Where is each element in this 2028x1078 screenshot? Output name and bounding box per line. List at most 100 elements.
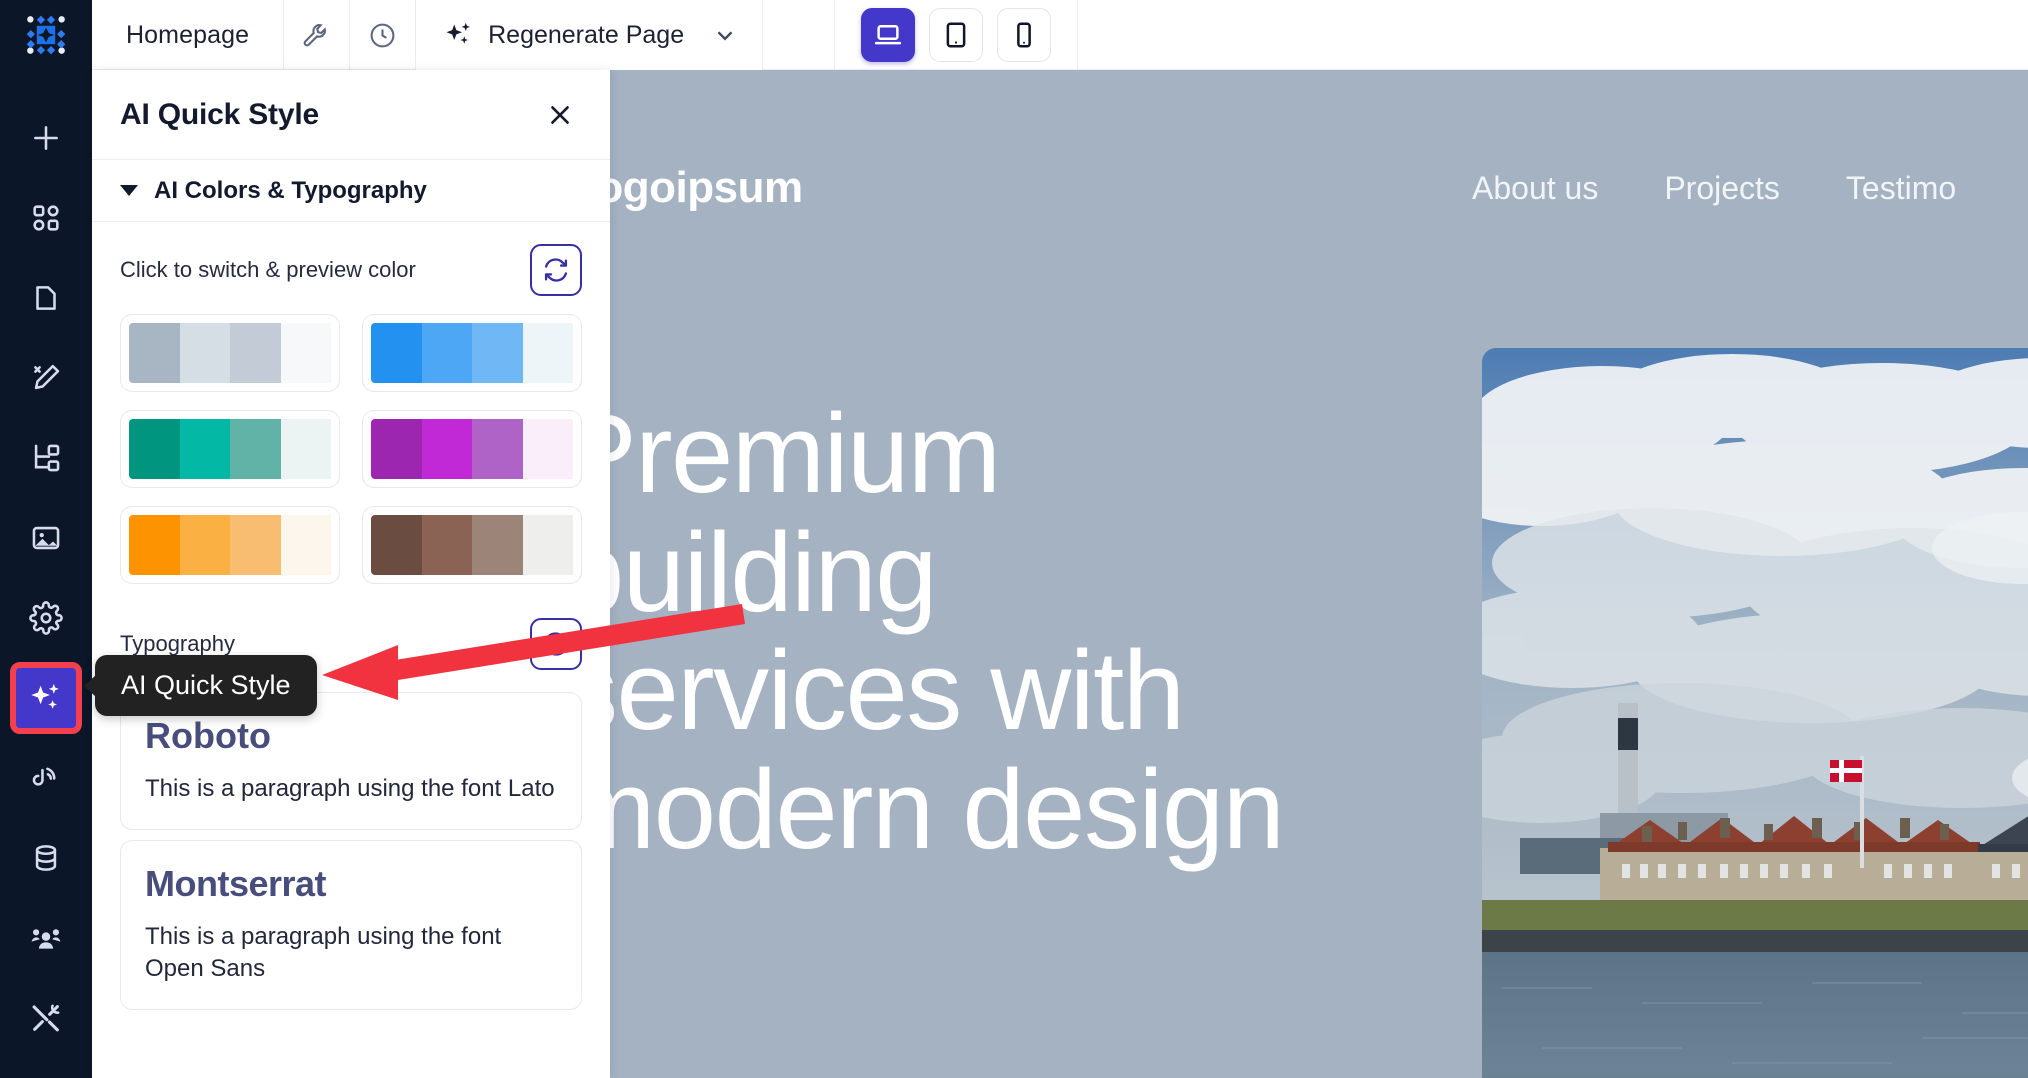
- sparkles-icon: [446, 22, 470, 44]
- palette-option[interactable]: [362, 506, 582, 584]
- sidebar-item-users[interactable]: [0, 898, 92, 978]
- palette-swatch: [179, 515, 230, 575]
- refresh-icon: [544, 632, 568, 656]
- panel-title: AI Quick Style: [120, 97, 319, 131]
- colors-section-header: Click to switch & preview color: [92, 222, 610, 310]
- palette-swatch: [179, 419, 230, 479]
- sidebar-item-publish[interactable]: [0, 738, 92, 818]
- font-sample-text: This is a paragraph using the font Lato: [145, 775, 555, 802]
- ai-quick-style-panel: AI Quick Style AI Colors & Typography Cl…: [92, 70, 610, 1078]
- font-option-card[interactable]: Montserrat This is a paragraph using the…: [120, 840, 582, 1011]
- font-name: Roboto: [145, 715, 271, 756]
- palette-swatch: [472, 323, 523, 383]
- site-nav-link[interactable]: About us: [1472, 170, 1598, 207]
- sidebar-item-add[interactable]: [0, 98, 92, 178]
- image-icon: [32, 526, 60, 550]
- palette-swatch: [421, 323, 472, 383]
- palette-swatch: [280, 419, 331, 479]
- palette-swatch: [522, 323, 573, 383]
- palette-swatch: [472, 515, 523, 575]
- regenerate-page-label: Regenerate Page: [488, 20, 685, 49]
- palette-option[interactable]: [120, 314, 340, 392]
- colors-refresh-button[interactable]: [530, 244, 582, 296]
- device-desktop-button[interactable]: [861, 7, 915, 62]
- toolbar-right-blank: [1078, 0, 2028, 69]
- broadcast-icon: [32, 767, 56, 786]
- site-nav-link[interactable]: Testimo: [1846, 170, 1956, 207]
- palette-swatch: [472, 419, 523, 479]
- hero-heading: Premium building services with modern de…: [562, 391, 1285, 873]
- palette-swatch: [129, 419, 180, 479]
- color-palette-grid: [92, 310, 610, 584]
- sidebar-item-database[interactable]: [0, 818, 92, 898]
- sidebar-item-design[interactable]: [0, 338, 92, 418]
- users-icon: [31, 929, 61, 949]
- harbor-waterfront-photo: [1482, 348, 2028, 1078]
- font-name: Montserrat: [145, 863, 327, 905]
- device-mobile-button[interactable]: [997, 7, 1051, 62]
- plus-icon: [34, 126, 58, 150]
- top-toolbar: Homepage Regenerate Page: [0, 0, 2028, 70]
- left-sidebar: [0, 70, 92, 1078]
- sidebar-item-ai-quick-style[interactable]: [10, 662, 82, 734]
- app-root: Homepage Regenerate Page Logoipsum About…: [0, 0, 2028, 1078]
- typography-label: Typography: [120, 631, 235, 656]
- palette-swatch: [371, 323, 422, 383]
- sidebar-item-media[interactable]: [0, 498, 92, 578]
- palette-swatch: [522, 515, 573, 575]
- clock-icon[interactable]: [350, 0, 417, 70]
- palette-swatch: [179, 323, 230, 383]
- caret-down-icon: [120, 185, 138, 196]
- palette-option[interactable]: [362, 314, 582, 392]
- magic-pen-icon: [34, 364, 60, 390]
- database-icon: [35, 845, 57, 871]
- palette-option[interactable]: [120, 506, 340, 584]
- diamond-grid-logo-icon: [26, 15, 66, 55]
- palette-swatch: [280, 323, 331, 383]
- palette-swatch: [421, 515, 472, 575]
- refresh-icon: [544, 258, 568, 282]
- site-nav-links: About us Projects Testimo: [1472, 148, 1956, 228]
- accordion-ai-colors-typography[interactable]: AI Colors & Typography: [92, 160, 610, 222]
- sidebar-item-settings[interactable]: [0, 578, 92, 658]
- close-icon[interactable]: [540, 95, 580, 135]
- device-preview-switcher: [835, 0, 1078, 69]
- sidebar-item-blocks[interactable]: [0, 178, 92, 258]
- sparkles-icon: [31, 683, 59, 709]
- palette-swatch: [371, 419, 422, 479]
- palette-swatch: [230, 419, 281, 479]
- device-tablet-button[interactable]: [929, 7, 983, 62]
- palette-swatch: [230, 515, 281, 575]
- page-name-tab[interactable]: Homepage: [92, 0, 285, 70]
- gear-icon: [29, 601, 63, 635]
- palette-swatch: [230, 323, 281, 383]
- sitemap-icon: [34, 444, 60, 472]
- palette-swatch: [129, 323, 180, 383]
- palette-swatch: [129, 515, 180, 575]
- panel-header: AI Quick Style: [92, 70, 610, 160]
- font-sample-text: This is a paragraph using the font Open …: [145, 923, 502, 983]
- chevron-down-icon[interactable]: [712, 22, 738, 48]
- page-icon: [36, 286, 56, 310]
- sidebar-item-pages[interactable]: [0, 258, 92, 338]
- tools-icon: [32, 1004, 60, 1032]
- colors-instruction-label: Click to switch & preview color: [120, 257, 416, 282]
- toolbar-spacer: [763, 0, 835, 69]
- sidebar-item-tools[interactable]: [0, 978, 92, 1058]
- wrench-icon[interactable]: [284, 0, 351, 70]
- palette-swatch: [421, 419, 472, 479]
- sidebar-tooltip: AI Quick Style: [95, 655, 317, 716]
- palette-swatch: [371, 515, 422, 575]
- palette-option[interactable]: [120, 410, 340, 488]
- sidebar-item-structure[interactable]: [0, 418, 92, 498]
- grid-apps-icon: [33, 205, 59, 231]
- accordion-label: AI Colors & Typography: [154, 176, 427, 204]
- hero-image: [1482, 348, 2028, 1078]
- palette-swatch: [522, 419, 573, 479]
- site-nav-link[interactable]: Projects: [1664, 170, 1780, 207]
- palette-swatch: [280, 515, 331, 575]
- regenerate-page-button[interactable]: Regenerate Page: [416, 0, 764, 70]
- palette-option[interactable]: [362, 410, 582, 488]
- typography-refresh-button[interactable]: [530, 618, 582, 670]
- app-logo[interactable]: [0, 0, 92, 70]
